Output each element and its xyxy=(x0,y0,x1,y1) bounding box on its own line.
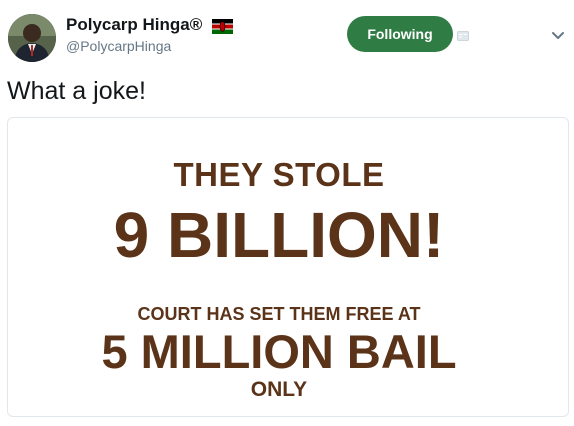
meme-line-they-stole: THEY STOLE xyxy=(173,156,385,193)
tweet-text: What a joke! xyxy=(7,77,146,105)
translate-icon[interactable] xyxy=(457,28,469,41)
tweet-image[interactable]: THEY STOLE 9 BILLION! COURT HAS SET THEM… xyxy=(7,117,569,417)
tweet-card: Polycarp Hinga® @PolycarpHinga Following xyxy=(0,0,574,426)
meme-line-court-free: COURT HAS SET THEM FREE AT xyxy=(137,304,421,324)
meme-line-5-million-bail: 5 MILLION BAIL xyxy=(101,325,457,378)
author-name-text: Polycarp Hinga® xyxy=(66,15,203,34)
meme-line-only: ONLY xyxy=(250,378,308,401)
avatar[interactable] xyxy=(8,14,56,62)
author-handle[interactable]: @PolycarpHinga xyxy=(66,38,171,54)
kenya-flag-icon xyxy=(212,18,234,34)
following-button[interactable]: Following xyxy=(347,16,453,52)
meme-line-9-billion: 9 BILLION! xyxy=(113,199,445,271)
chevron-down-icon[interactable] xyxy=(551,28,565,39)
author-name[interactable]: Polycarp Hinga® xyxy=(66,14,234,36)
